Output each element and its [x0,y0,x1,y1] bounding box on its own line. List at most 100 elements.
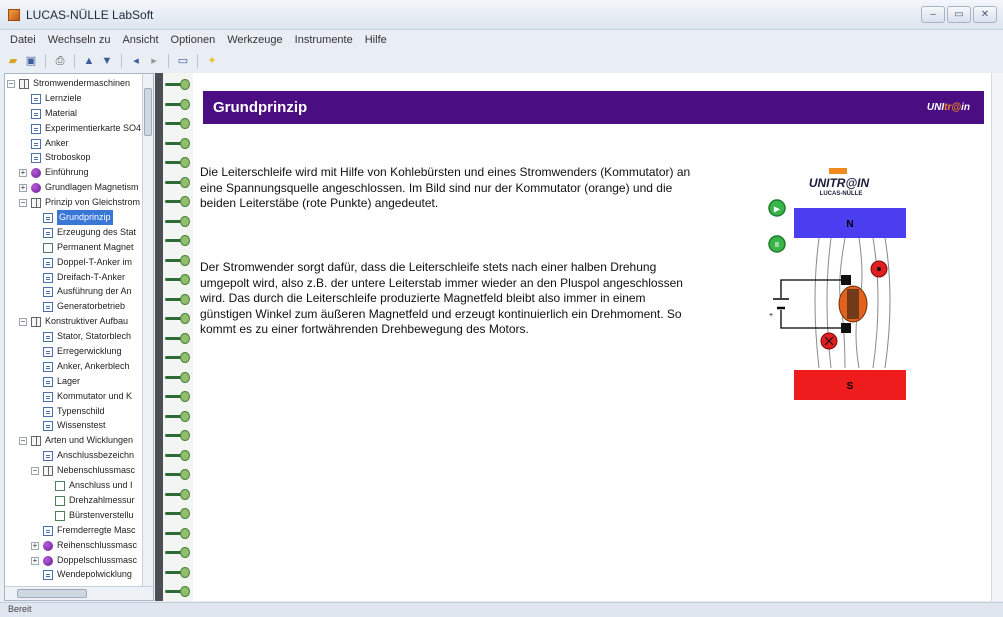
tree-item[interactable]: Anschluss und I [5,478,143,493]
menu-datei[interactable]: Datei [4,32,42,50]
page-icon [43,302,53,313]
expand-icon[interactable]: + [31,556,39,565]
menu-optionen[interactable]: Optionen [165,32,222,50]
tree-vertical-scrollbar[interactable] [142,74,153,586]
tree-item-label: Stator, Statorblech [57,331,132,342]
menu-wechseln-zu[interactable]: Wechseln zu [42,32,117,50]
menu-bar: Datei Wechseln zu Ansicht Optionen Werkz… [0,32,1003,50]
lightbulb-icon[interactable]: ✦ [205,54,219,68]
tree-item[interactable]: Anschlussbezeichn [5,448,143,463]
tree-item[interactable]: Experimentierkarte SO4 [5,121,143,136]
tree-item[interactable]: Material [5,106,143,121]
collapse-icon[interactable]: − [7,80,15,88]
tree-item[interactable]: Erregerwicklung [5,344,143,359]
tree-item[interactable]: Generatorbetrieb [5,299,143,314]
tree-item[interactable]: Grundprinzip [5,210,143,225]
tree-item[interactable]: − Konstruktiver Aufbau [5,314,143,329]
play-button[interactable]: ▶ [768,199,786,217]
tree-item[interactable]: Stroboskop [5,150,143,165]
binding-ring [165,79,190,90]
tree-item[interactable]: Lager [5,374,143,389]
tree-item[interactable]: Kommutator und K [5,389,143,404]
binding-ring [165,176,190,188]
page-icon [43,391,53,402]
pane-splitter[interactable] [155,73,163,601]
menu-instrumente[interactable]: Instrumente [289,32,359,50]
collapse-icon[interactable]: − [19,318,27,327]
tree-item-label: Drehzahlmessur [69,494,135,505]
tree-item[interactable]: Bürstenverstellu [5,508,143,523]
window-icon[interactable]: ▭ [176,54,190,68]
tree-item-label: Experimentierkarte SO4 [45,122,142,133]
tree-item[interactable]: + Grundlagen Magnetism [5,180,143,195]
tree-item[interactable]: − Nebenschlussmasc [5,463,143,478]
menu-ansicht[interactable]: Ansicht [116,32,164,50]
menu-werkzeuge[interactable]: Werkzeuge [221,32,288,50]
book-icon [43,466,53,477]
tree-item[interactable]: − Arten und Wicklungen [5,433,143,448]
tree-item[interactable]: Typenschild [5,404,143,419]
tree-item[interactable]: + Reihenschlussmasc [5,538,143,553]
page-icon [43,525,53,536]
collapse-icon[interactable]: − [19,199,27,208]
up-icon[interactable]: ▲ [82,54,96,68]
tree-item[interactable]: Drehzahlmessur [5,493,143,508]
page-header: Grundprinzip UNItr@in [203,91,984,124]
expand-icon[interactable]: + [19,169,27,178]
open-icon[interactable]: ▰ [6,54,20,68]
collapse-icon[interactable]: − [19,437,27,446]
tree-item[interactable]: Stator, Statorblech [5,329,143,344]
tree-item-label: Fremderregte Masc [57,524,136,535]
tree-item-label: Bürstenverstellu [69,509,134,520]
collapse-icon[interactable]: − [31,467,39,476]
back-icon[interactable]: ◂ [129,54,143,68]
menu-hilfe[interactable]: Hilfe [359,32,393,50]
logo-main-text: UNITR@IN [809,176,870,190]
page-vertical-scrollbar[interactable] [991,73,1003,601]
header-logo: UNItr@in [927,102,970,113]
tree-item[interactable]: Anker, Ankerblech [5,359,143,374]
tree-item[interactable]: Lernziele [5,91,143,106]
tree-item-label: Stromwendermaschinen [33,78,131,88]
tree-item-label: Kommutator und K [57,390,133,401]
app-window: LUCAS-NÜLLE LabSoft – ▭ ✕ Datei Wechseln… [0,0,1003,617]
binding-ring [165,449,190,461]
pen-icon [55,481,65,492]
tree-item[interactable]: Fremderregte Masc [5,523,143,538]
tree-item[interactable]: Wendepolwicklung [5,567,143,582]
expand-icon[interactable]: + [31,541,39,550]
page-icon [43,347,53,358]
header-logo-prefix: UNI [926,102,945,113]
pause-button[interactable]: II [768,235,786,253]
expand-icon[interactable]: + [19,184,27,193]
tree-horizontal-scroll-thumb[interactable] [17,589,87,598]
page-icon [43,421,53,432]
tree-horizontal-scrollbar[interactable] [5,586,153,600]
tree-item[interactable]: Ausführung der An [5,284,143,299]
tree-item[interactable]: Dreifach-T-Anker [5,270,143,285]
battery-sign: + [769,312,773,319]
tree-item[interactable]: Doppel-T-Anker im [5,255,143,270]
down-icon[interactable]: ▼ [100,54,114,68]
binding-ring [165,586,190,597]
forward-icon[interactable]: ▸ [147,54,161,68]
tree-item[interactable]: − Prinzip von Gleichstrom [5,195,143,210]
tree-item[interactable]: + Einführung [5,165,143,180]
tree-item[interactable]: + Doppelschlussmasc [5,553,143,568]
tree-item[interactable]: Wissenstest [5,418,143,433]
save-icon[interactable]: ▣ [24,54,38,68]
print-icon[interactable]: ⎙ [53,54,67,68]
maximize-button[interactable]: ▭ [947,6,971,23]
tree-item[interactable]: Anker [5,136,143,151]
tree-item[interactable]: Permanent Magnet [5,240,143,255]
tree-item[interactable]: Erzeugung des Stat [5,225,143,240]
toolbar-separator [197,54,198,68]
toolbar-separator [74,54,75,68]
minimize-button[interactable]: – [921,6,945,23]
close-button[interactable]: ✕ [973,6,997,23]
tree-item[interactable]: − Stromwendermaschinen [5,76,143,91]
title-bar: LUCAS-NÜLLE LabSoft – ▭ ✕ [0,0,1003,30]
tree-vertical-scroll-thumb[interactable] [144,88,152,136]
binding-ring [165,566,190,578]
tree-item-label: Ausführung der An [57,286,132,297]
